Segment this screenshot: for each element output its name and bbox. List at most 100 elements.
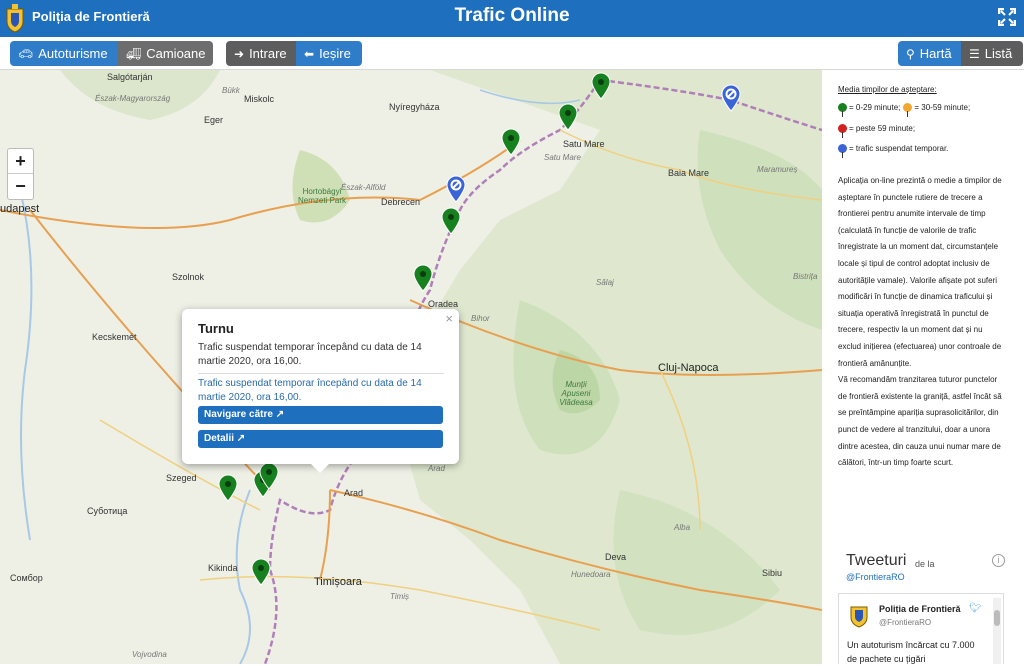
map-label: Сомбор <box>10 573 43 583</box>
border-crossing-marker[interactable] <box>413 264 433 292</box>
description-paragraph: Vă recomandăm tranzitarea tuturor puncte… <box>838 375 1002 468</box>
station-popup: × Turnu Trafic suspendat temporar începâ… <box>182 309 459 464</box>
close-icon[interactable]: × <box>445 311 453 326</box>
scrollbar-thumb[interactable] <box>994 610 1000 626</box>
map-label: Munții Apuseni Vlădeasa <box>559 380 593 407</box>
orange-pin-icon <box>903 103 913 117</box>
map-label: Timiș <box>390 592 410 601</box>
car-icon: 🚗︎ <box>18 46 34 61</box>
tweets-header: Tweeturi de la i @FrontieraRO <box>838 550 1005 592</box>
map-label: Debrecen <box>381 197 421 207</box>
border-crossing-marker[interactable] <box>591 72 611 100</box>
map-label: Szeged <box>166 473 197 483</box>
info-icon[interactable]: i <box>992 554 1005 567</box>
intrare-button[interactable]: ➜ Intrare <box>226 41 296 66</box>
map-label: Szolnok <box>172 272 205 282</box>
navigate-button[interactable]: Navigare către ↗ <box>198 406 443 424</box>
suspended-crossing-marker[interactable] <box>721 84 741 112</box>
map-label: Salgótarján <box>107 72 153 82</box>
map-label: Sibiu <box>762 568 783 578</box>
popup-status-text: Trafic suspendat temporar începând cu da… <box>198 342 422 367</box>
legend-text: = 30-59 minute; <box>914 103 971 112</box>
zoom-out-button[interactable]: − <box>8 174 33 199</box>
lista-label: Listă <box>984 46 1013 61</box>
camioane-label: Camioane <box>146 46 206 61</box>
details-button[interactable]: Detalii ↗ <box>198 430 443 448</box>
map-label: Kecskemét <box>92 332 137 342</box>
popup-tip <box>310 463 330 473</box>
zoom-in-button[interactable]: + <box>8 149 33 174</box>
truck-icon: 🚚︎ <box>126 46 142 61</box>
border-crossing-marker[interactable] <box>251 558 271 586</box>
map-label: Arad <box>344 488 364 498</box>
avatar <box>850 606 868 628</box>
legend-text: = trafic suspendat temporar. <box>849 144 949 153</box>
expand-icon[interactable] <box>998 8 1016 26</box>
map-label: Baia Mare <box>668 168 710 178</box>
legend-row-red: = peste 59 minute; <box>838 124 916 138</box>
legend-row-green-orange: = 0-29 minute; = 30-59 minute; <box>838 103 971 117</box>
iesire-label: Ieșire <box>319 46 351 61</box>
legend-text: = peste 59 minute; <box>849 124 916 133</box>
map-label: Oradea <box>428 299 459 309</box>
description-paragraph: Aplicația on-line prezintă o medie a tim… <box>838 176 1002 368</box>
map-label: Nyíregyháza <box>389 102 440 112</box>
tweet-card[interactable]: Poliția de Frontieră 🐦︎ @FrontieraRO Un … <box>838 593 1004 664</box>
map-label: Bihor <box>471 314 490 323</box>
map-label: Deva <box>605 552 627 562</box>
map-label: Maramureș <box>757 165 798 174</box>
map-label: Satu Mare <box>563 139 605 149</box>
autoturisme-button[interactable]: 🚗︎ Autoturisme <box>10 41 118 66</box>
map-label: Hortobágyi Nemzeti Park <box>298 187 347 205</box>
camioane-button[interactable]: 🚚︎ Camioane <box>118 41 213 66</box>
harta-label: Hartă <box>919 46 952 61</box>
zoom-control: + − <box>7 148 34 200</box>
border-crossing-marker[interactable] <box>218 474 238 502</box>
suspended-crossing-marker[interactable] <box>446 175 466 203</box>
tweet-body: Un autoturism încărcat cu 7.000 de pache… <box>847 640 975 664</box>
twitter-bird-icon: 🐦︎ <box>969 603 982 614</box>
border-crossing-marker[interactable] <box>501 128 521 156</box>
list-icon: ☰ <box>969 46 980 61</box>
map-label: Cluj-Napoca <box>658 362 719 374</box>
map-label: Hunedoara <box>571 570 611 579</box>
map-label: Vojvodina <box>132 650 167 659</box>
map-label: Суботица <box>87 506 128 516</box>
map-label: Eger <box>204 115 224 125</box>
blue-pin-icon <box>838 144 847 158</box>
border-crossing-marker[interactable] <box>558 103 578 131</box>
map-label: Bükk <box>222 86 240 95</box>
tweets-handle-link[interactable]: @FrontieraRO <box>846 572 905 582</box>
intrare-label: Intrare <box>249 46 287 61</box>
tweet-author-handle: @FrontieraRO <box>879 618 932 627</box>
tweet-scrollbar[interactable] <box>993 598 1001 664</box>
autoturisme-label: Autoturisme <box>38 46 108 61</box>
map-label: udapest <box>0 203 40 215</box>
page-title: Trafic Online <box>454 5 570 26</box>
border-crossing-marker[interactable] <box>441 207 461 235</box>
map-label: Sălaj <box>596 278 614 287</box>
map-marker-icon: ⚲ <box>906 46 915 61</box>
popup-status-text-secondary: Trafic suspendat temporar începând cu da… <box>198 378 422 403</box>
app-header: Poliția de Frontieră Trafic Online <box>0 0 1024 37</box>
map-label: Alba <box>674 523 691 532</box>
legend-text: = 0-29 minute; <box>849 103 901 112</box>
lista-button[interactable]: ☰ Listă <box>961 41 1023 66</box>
toolbar: 🚗︎ Autoturisme 🚚︎ Camioane ➜ Intrare ⬅ I… <box>0 37 1024 70</box>
border-crossing-marker[interactable] <box>259 462 279 490</box>
map-label: Satu Mare <box>544 153 581 162</box>
tweet-author: Poliția de Frontieră <box>879 604 961 614</box>
map-label: Miskolc <box>244 94 275 104</box>
iesire-button[interactable]: ⬅ Ieșire <box>296 41 362 66</box>
legend-title: Media timpilor de așteptare: <box>838 85 937 94</box>
red-pin-icon <box>838 124 847 138</box>
arrow-right-icon: ➜ <box>234 46 245 61</box>
green-pin-icon <box>838 103 847 117</box>
harta-button[interactable]: ⚲ Hartă <box>898 41 961 66</box>
description: Aplicația on-line prezintă o medie a tim… <box>838 173 1006 472</box>
tweets-title: Tweeturi <box>846 552 907 569</box>
map-label: Timișoara <box>314 576 362 588</box>
arrow-left-icon: ⬅ <box>304 46 315 61</box>
map-label: Bistrița <box>793 272 818 281</box>
tweets-from-label: de la <box>915 559 935 569</box>
